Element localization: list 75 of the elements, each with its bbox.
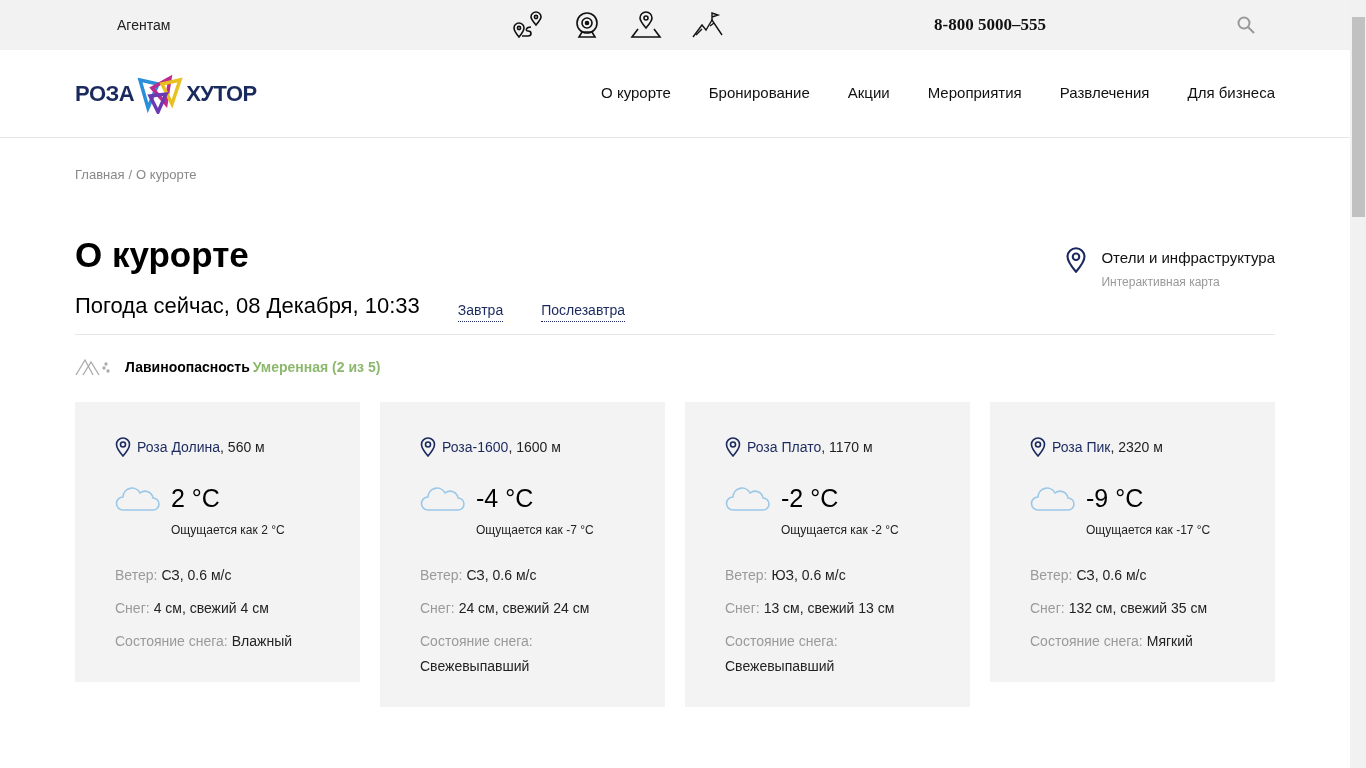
nav-link[interactable]: Бронирование [708, 82, 810, 105]
breadcrumb-link[interactable]: Главная [75, 165, 125, 185]
station-altitude: , 2320 м [1110, 437, 1163, 457]
nav-link[interactable]: Развлечения [1059, 82, 1150, 105]
logo-text: ХУТОР [186, 80, 257, 108]
map-pin-icon[interactable] [630, 11, 662, 39]
snow-state-label: Состояние снега: [725, 632, 838, 651]
cloud-icon [420, 484, 466, 513]
feels-like-text: Ощущается как -2 °C [781, 522, 900, 539]
snow-label: Снег: [725, 599, 760, 618]
logo-mark-icon [136, 73, 185, 114]
snow-value: 24 см, свежий 24 см [458, 599, 590, 618]
wind-label: Ветер: [420, 566, 463, 585]
avalanche-level: Умеренная (2 из 5) [252, 357, 381, 377]
temperature: -2 °C [781, 482, 839, 514]
nav-link[interactable]: О курорте [601, 82, 671, 105]
search-icon[interactable] [1237, 16, 1255, 34]
wind-value: СЗ, 0.6 м/с [161, 566, 232, 585]
wind-label: Ветер: [1030, 566, 1073, 585]
weather-heading: Погода сейчас, 08 Декабря, 10:33 [75, 291, 420, 320]
cloud-icon [115, 484, 161, 513]
phone-number: 8-800 5000–555 [934, 14, 1047, 37]
station-altitude: , 1600 м [508, 437, 561, 457]
map-link[interactable]: Отели и инфраструктура [1101, 246, 1275, 269]
snow-state-value: Влажный [231, 632, 293, 651]
page-title: О курорте [75, 234, 250, 275]
snow-state-value: Мягкий [1146, 632, 1193, 651]
temperature: 2 °C [171, 482, 220, 514]
feels-like-text: Ощущается как 2 °C [171, 522, 286, 539]
webcam-icon[interactable] [574, 11, 600, 39]
map-link-subtitle: Интерактивная карта [1101, 274, 1221, 291]
wind-value: ЮЗ, 0.6 м/с [771, 566, 846, 585]
avalanche-label: Лавиноопасность [125, 357, 250, 377]
scrollbar-thumb[interactable] [1351, 17, 1365, 217]
snow-label: Снег: [420, 599, 455, 618]
snow-label: Снег: [115, 599, 150, 618]
location-pin-icon [725, 437, 741, 457]
feels-like-text: Ощущается как -17 °C [1086, 522, 1212, 539]
location-pin-icon [1030, 437, 1046, 457]
temperature: -9 °C [1086, 482, 1144, 514]
snow-value: 132 см, свежий 35 см [1068, 599, 1208, 618]
wind-label: Ветер: [725, 566, 768, 585]
snow-state-value: Свежевыпавший [725, 657, 835, 676]
logo[interactable]: РОЗА ХУТОР [75, 73, 257, 114]
temperature: -4 °C [476, 482, 534, 514]
snow-state-value: Свежевыпавший [420, 657, 530, 676]
snow-value: 4 см, свежий 4 см [153, 599, 269, 618]
station-altitude: , 1170 м [821, 437, 873, 457]
wind-value: СЗ, 0.6 м/с [1076, 566, 1147, 585]
location-pin-icon [115, 437, 131, 457]
logo-text: РОЗА [75, 80, 135, 108]
cloud-icon [725, 484, 771, 513]
nav-link[interactable]: Акции [847, 82, 890, 105]
breadcrumb-separator: / [128, 166, 133, 184]
location-pin-icon [420, 437, 436, 457]
scrollbar[interactable] [1350, 0, 1366, 768]
breadcrumb-current: О курорте [136, 166, 197, 184]
wind-value: СЗ, 0.6 м/с [466, 566, 537, 585]
forecast-tab[interactable]: Завтра [457, 299, 504, 322]
snow-state-label: Состояние снега: [1030, 632, 1143, 651]
avalanche-mountains-icon [75, 358, 111, 376]
cloud-icon [1030, 484, 1076, 513]
wind-label: Ветер: [115, 566, 158, 585]
feels-like-text: Ощущается как -7 °C [476, 522, 595, 539]
forecast-tab[interactable]: Послезавтра [541, 299, 625, 322]
snow-label: Снег: [1030, 599, 1065, 618]
nav-link[interactable]: Для бизнеса [1187, 82, 1275, 105]
route-pins-icon[interactable] [512, 11, 544, 39]
mountain-flag-icon[interactable] [692, 11, 724, 39]
station-altitude: , 560 м [220, 437, 265, 457]
nav-link[interactable]: Мероприятия [927, 82, 1022, 105]
agents-link[interactable]: Агентам [117, 14, 512, 36]
snow-state-label: Состояние снега: [420, 632, 533, 651]
snow-state-label: Состояние снега: [115, 632, 228, 651]
snow-value: 13 см, свежий 13 см [763, 599, 895, 618]
